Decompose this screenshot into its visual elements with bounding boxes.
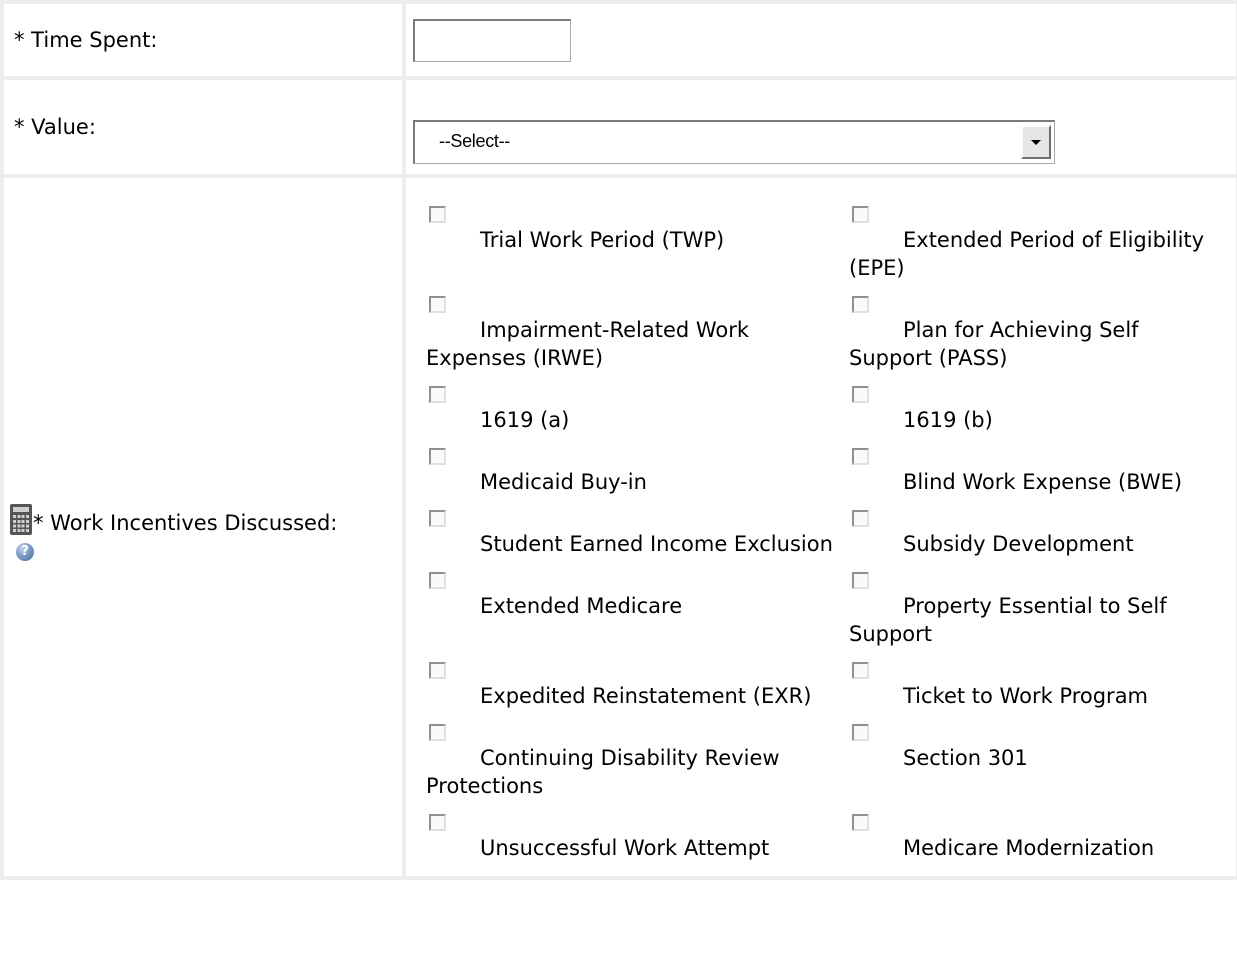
value-row: * Value: --Select-- — [4, 80, 1236, 174]
work-incentive-option-label: Trial Work Period (TWP) — [480, 228, 725, 252]
work-incentive-option[interactable]: Subsidy Development — [849, 510, 1237, 572]
work-incentives-row: * Work Incentives Discussed: ? Trial Wor… — [4, 178, 1236, 876]
work-incentive-option-label: Medicaid Buy-in — [480, 470, 647, 494]
work-incentive-option-label: Medicare Modernization — [903, 836, 1155, 860]
work-incentive-option-label: Extended Period of Eligibility (EPE) — [849, 228, 1205, 280]
work-incentives-label-cell: * Work Incentives Discussed: ? — [4, 178, 402, 876]
work-incentive-option-label: Extended Medicare — [480, 594, 683, 618]
time-spent-row: * Time Spent: — [4, 4, 1236, 76]
help-icon[interactable]: ? — [16, 542, 34, 561]
work-incentive-option-label: Student Earned Income Exclusion — [480, 532, 833, 556]
work-incentive-option-label: Ticket to Work Program — [903, 684, 1149, 708]
value-label: * Value: — [4, 80, 402, 174]
checkbox[interactable] — [852, 724, 869, 741]
work-incentive-option[interactable]: Extended Medicare — [426, 572, 849, 662]
checkbox[interactable] — [852, 206, 869, 223]
work-incentive-option-label: Unsuccessful Work Attempt — [480, 836, 770, 860]
work-incentive-option[interactable]: 1619 (b) — [849, 386, 1237, 448]
work-incentive-option-label: Section 301 — [903, 746, 1028, 770]
work-incentive-option[interactable]: Medicare Modernization — [849, 814, 1237, 876]
checkbox[interactable] — [429, 206, 446, 223]
work-incentive-option[interactable]: Plan for Achieving Self Support (PASS) — [849, 296, 1237, 386]
value-select[interactable]: --Select-- — [413, 120, 1055, 164]
checkbox[interactable] — [429, 448, 446, 465]
checkbox[interactable] — [852, 572, 869, 589]
time-spent-label: * Time Spent: — [4, 4, 402, 76]
work-incentive-option-label: Expedited Reinstatement (EXR) — [480, 684, 812, 708]
work-incentive-option-label: Subsidy Development — [903, 532, 1134, 556]
work-incentive-option[interactable]: Trial Work Period (TWP) — [426, 206, 849, 296]
work-incentive-option[interactable]: Ticket to Work Program — [849, 662, 1237, 724]
work-incentive-option[interactable]: Property Essential to Self Support — [849, 572, 1237, 662]
checkbox[interactable] — [852, 448, 869, 465]
value-select-selected: --Select-- — [439, 131, 511, 151]
work-incentive-option-label: Plan for Achieving Self Support (PASS) — [849, 318, 1139, 370]
calculator-icon[interactable] — [10, 503, 32, 535]
work-incentive-option[interactable]: Blind Work Expense (BWE) — [849, 448, 1237, 510]
checkbox[interactable] — [429, 296, 446, 313]
work-incentive-option[interactable]: 1619 (a) — [426, 386, 849, 448]
work-incentive-option-label: Impairment-Related Work Expenses (IRWE) — [426, 318, 750, 370]
checkbox[interactable] — [852, 296, 869, 313]
work-incentives-options-cell: Trial Work Period (TWP) Extended Period o… — [406, 178, 1236, 876]
checkbox[interactable] — [429, 724, 446, 741]
work-incentive-option[interactable]: Section 301 — [849, 724, 1237, 814]
work-incentive-option[interactable]: Medicaid Buy-in — [426, 448, 849, 510]
checkbox[interactable] — [429, 386, 446, 403]
checkbox[interactable] — [429, 572, 446, 589]
work-incentive-option-label: 1619 (b) — [903, 408, 993, 432]
dropdown-arrow-icon[interactable] — [1021, 125, 1051, 159]
work-incentive-option[interactable]: Unsuccessful Work Attempt — [426, 814, 849, 876]
work-incentive-option-label: Blind Work Expense (BWE) — [903, 470, 1183, 494]
work-incentive-option[interactable]: Extended Period of Eligibility (EPE) — [849, 206, 1237, 296]
work-incentive-option-label: 1619 (a) — [480, 408, 570, 432]
work-incentives-label: * Work Incentives Discussed: — [33, 510, 338, 535]
time-spent-input-cell — [406, 4, 1236, 76]
work-incentives-options: Trial Work Period (TWP) Extended Period o… — [406, 178, 1236, 876]
checkbox[interactable] — [429, 662, 446, 679]
work-incentive-option[interactable]: Expedited Reinstatement (EXR) — [426, 662, 849, 724]
checkbox[interactable] — [852, 814, 869, 831]
work-incentive-option[interactable]: Student Earned Income Exclusion — [426, 510, 849, 572]
work-incentive-option-label: Continuing Disability Review Protections — [426, 746, 780, 798]
checkbox[interactable] — [852, 386, 869, 403]
checkbox[interactable] — [852, 510, 869, 527]
work-incentives-form: * Time Spent: * Value: --Select-- * Work… — [0, 0, 1237, 880]
time-spent-input[interactable] — [413, 18, 571, 62]
work-incentive-option[interactable]: Impairment-Related Work Expenses (IRWE) — [426, 296, 849, 386]
work-incentives-label-line: * Work Incentives Discussed: — [10, 503, 402, 535]
checkbox[interactable] — [429, 510, 446, 527]
checkbox[interactable] — [429, 814, 446, 831]
value-select-cell: --Select-- — [406, 80, 1236, 174]
checkbox[interactable] — [852, 662, 869, 679]
work-incentive-option-label: Property Essential to Self Support — [849, 594, 1167, 646]
work-incentive-option[interactable]: Continuing Disability Review Protections — [426, 724, 849, 814]
